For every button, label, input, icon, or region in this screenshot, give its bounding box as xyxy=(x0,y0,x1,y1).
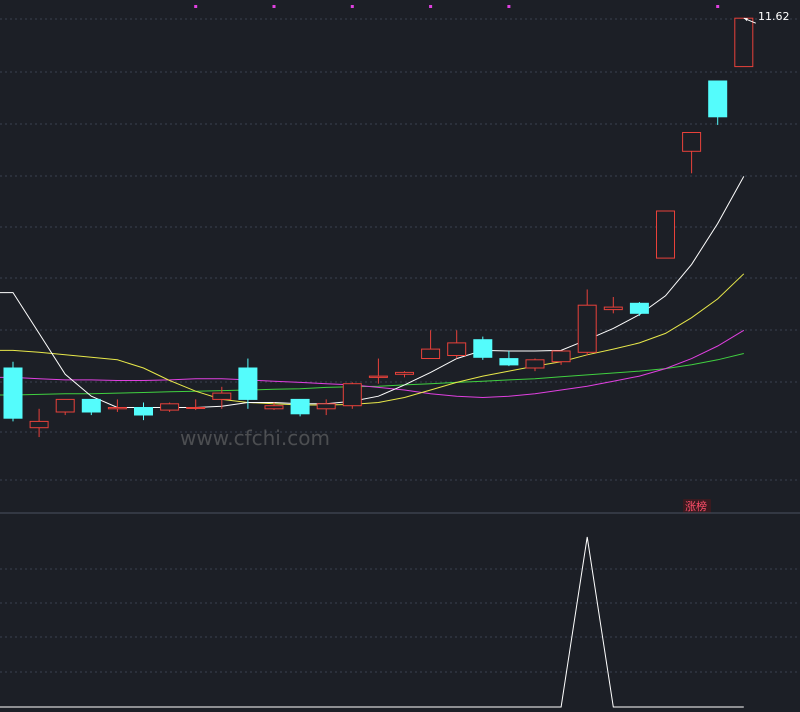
candle xyxy=(186,399,206,411)
candle xyxy=(473,336,493,360)
moving-average-lines xyxy=(0,176,745,408)
candle xyxy=(134,402,153,421)
candle xyxy=(29,408,49,438)
candle-body-up xyxy=(342,383,362,407)
ma5-line xyxy=(0,176,745,408)
candle-body-down xyxy=(629,302,649,314)
candle xyxy=(81,398,101,416)
candle-body-down xyxy=(499,358,519,366)
candle-body-up xyxy=(316,403,336,410)
candle-body-down xyxy=(134,407,153,416)
candle xyxy=(368,358,388,384)
top-marker xyxy=(716,5,720,8)
candle-body-up xyxy=(29,420,49,429)
candle-body-up xyxy=(603,306,623,311)
candle-body-up xyxy=(421,348,441,360)
candle-body-up xyxy=(107,407,127,410)
badge-group: 涨榜 xyxy=(683,499,711,513)
price-grid xyxy=(0,18,800,481)
candle-body-up xyxy=(368,375,388,378)
last-price-label: 11.62 xyxy=(758,10,790,23)
badge-text: 涨榜 xyxy=(685,499,707,513)
candlestick-chart: www.cfchi.com 11.62 涨榜 xyxy=(0,5,800,708)
top-markers xyxy=(194,5,720,8)
candle xyxy=(734,17,754,68)
candle xyxy=(708,80,728,125)
candle-body-up xyxy=(212,392,232,400)
last-price-group: 11.62 xyxy=(743,10,790,24)
top-marker xyxy=(507,5,511,8)
candle-body-up xyxy=(551,350,571,363)
candle xyxy=(3,361,23,422)
candle xyxy=(629,302,649,316)
top-marker xyxy=(272,5,276,8)
watermark: www.cfchi.com xyxy=(180,426,330,450)
candle-body-up xyxy=(577,304,597,353)
candle-body-up xyxy=(160,403,180,411)
candle-body-down xyxy=(473,339,493,358)
top-marker xyxy=(194,5,198,8)
candle-body-down xyxy=(238,367,258,400)
candle-body-up xyxy=(264,405,284,410)
candle xyxy=(160,402,180,412)
candle xyxy=(316,399,336,416)
candle xyxy=(395,371,414,378)
candle-body-up xyxy=(186,407,206,409)
candle xyxy=(682,132,702,174)
candle-body-down xyxy=(3,367,23,419)
candle-body-up xyxy=(447,342,467,356)
lower-indicator-pane xyxy=(0,536,800,708)
candles xyxy=(3,17,754,438)
candle xyxy=(342,382,362,409)
candle-body-up xyxy=(395,371,414,375)
candle xyxy=(447,330,467,359)
candle-body-down xyxy=(290,398,310,415)
candle-body-up xyxy=(734,17,754,68)
candle xyxy=(603,297,623,314)
top-marker xyxy=(429,5,433,8)
candle-body-up xyxy=(525,359,545,369)
candle xyxy=(499,351,519,367)
candle-body-up xyxy=(55,398,75,413)
candle-body-up xyxy=(682,132,702,152)
candle xyxy=(656,210,675,259)
ma20-line xyxy=(0,329,745,399)
candle xyxy=(421,330,441,360)
lower-indicator-line xyxy=(0,536,744,708)
candle-body-up xyxy=(656,210,675,259)
candle-body-down xyxy=(708,80,728,118)
candle xyxy=(525,358,545,372)
top-marker xyxy=(350,5,354,8)
candle xyxy=(577,289,597,356)
candle xyxy=(290,398,310,417)
ma10-line xyxy=(0,273,745,406)
candle-body-down xyxy=(81,398,101,413)
candle xyxy=(107,399,127,412)
candle xyxy=(55,398,75,416)
